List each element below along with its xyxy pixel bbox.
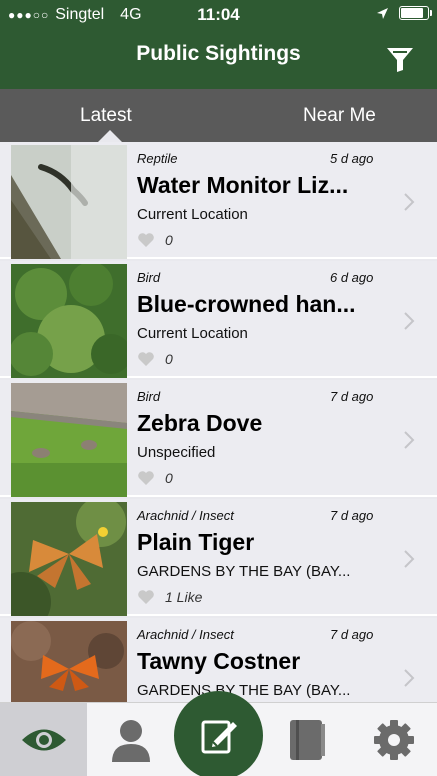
heart-icon [138, 352, 154, 366]
sighting-age: 7 d ago [330, 508, 374, 523]
page-title: Public Sightings [136, 42, 301, 65]
tab-bar-sightings[interactable] [0, 703, 87, 776]
gear-icon [373, 720, 414, 760]
eye-icon [21, 729, 66, 751]
sighting-row[interactable]: Reptile 5 d ago Water Monitor Liz... Cur… [0, 142, 437, 259]
sighting-name: Plain Tiger [137, 529, 255, 555]
sighting-likes: 0 [137, 232, 173, 248]
heart-icon [138, 233, 154, 247]
sighting-row[interactable]: Arachnid / Insect 7 d ago Tawny Costner … [0, 618, 437, 702]
sighting-age: 7 d ago [330, 389, 374, 404]
likes-count: 0 [165, 351, 173, 367]
sighting-category: Arachnid / Insect [137, 508, 234, 523]
chevron-right-icon [404, 312, 415, 330]
sighting-likes: 0 [137, 470, 173, 486]
heart-icon [138, 471, 154, 485]
sighting-likes: 0 [137, 351, 173, 367]
funnel-icon [387, 48, 413, 72]
likes-count: 0 [165, 470, 173, 486]
battery-icon [399, 6, 432, 20]
sighting-row[interactable]: Bird 6 d ago Blue-crowned han... Current… [0, 261, 437, 378]
sighting-photo [11, 502, 127, 616]
tab-bar-notebook[interactable] [263, 703, 350, 776]
status-right [376, 6, 432, 20]
chevron-right-icon [404, 431, 415, 449]
tab-latest[interactable]: Latest [80, 105, 132, 127]
sighting-photo [11, 264, 127, 378]
sighting-location: GARDENS BY THE BAY (BAY... [137, 563, 351, 580]
compose-button[interactable] [174, 691, 263, 776]
sightings-list[interactable]: Reptile 5 d ago Water Monitor Liz... Cur… [0, 142, 437, 702]
sighting-age: 7 d ago [330, 627, 374, 642]
notebook-icon [289, 720, 325, 760]
sighting-category: Bird [137, 270, 161, 285]
sighting-age: 5 d ago [330, 151, 374, 166]
person-icon [111, 720, 150, 762]
sighting-category: Arachnid / Insect [137, 627, 234, 642]
chevron-right-icon [404, 669, 415, 687]
sighting-location: Current Location [137, 206, 248, 223]
sighting-likes: 1 Like [137, 589, 202, 605]
tab-bar-profile[interactable] [87, 703, 174, 776]
sighting-category: Reptile [137, 151, 178, 166]
status-time: 11:04 [197, 5, 240, 24]
bottom-tab-bar [0, 691, 437, 776]
tab-bar-settings[interactable] [350, 703, 437, 776]
chevron-right-icon [404, 550, 415, 568]
status-bar: ●●●○○ Singtel 4G 11:04 [0, 0, 437, 30]
sighting-location: Current Location [137, 325, 248, 342]
sighting-row[interactable]: Bird 7 d ago Zebra Dove Unspecified 0 [0, 380, 437, 497]
compose-icon [201, 720, 237, 753]
sighting-category: Bird [137, 389, 161, 404]
sighting-location: Unspecified [137, 444, 216, 461]
tab-near-me[interactable]: Near Me [303, 105, 376, 127]
battery-fill [401, 8, 423, 18]
likes-count: 0 [165, 232, 173, 248]
sighting-name: Blue-crowned han... [137, 291, 356, 317]
sighting-age: 6 d ago [330, 270, 374, 285]
sighting-photo [11, 383, 127, 497]
sighting-name: Water Monitor Liz... [137, 172, 349, 198]
segment-tabs: Latest Near Me [0, 89, 437, 143]
location-arrow-icon [377, 7, 388, 19]
filter-button[interactable] [385, 44, 415, 74]
sighting-row[interactable]: Arachnid / Insect 7 d ago Plain Tiger GA… [0, 499, 437, 616]
likes-count: 1 Like [165, 589, 203, 605]
sighting-name: Tawny Costner [137, 648, 301, 674]
sighting-location: GARDENS BY THE BAY (BAY... [137, 682, 351, 699]
sighting-photo [11, 621, 127, 702]
chevron-right-icon [404, 193, 415, 211]
sighting-name: Zebra Dove [137, 410, 263, 436]
sighting-photo [11, 145, 127, 259]
top-bar: ●●●○○ Singtel 4G 11:04 Public Sightings [0, 0, 437, 89]
heart-icon [138, 590, 154, 604]
